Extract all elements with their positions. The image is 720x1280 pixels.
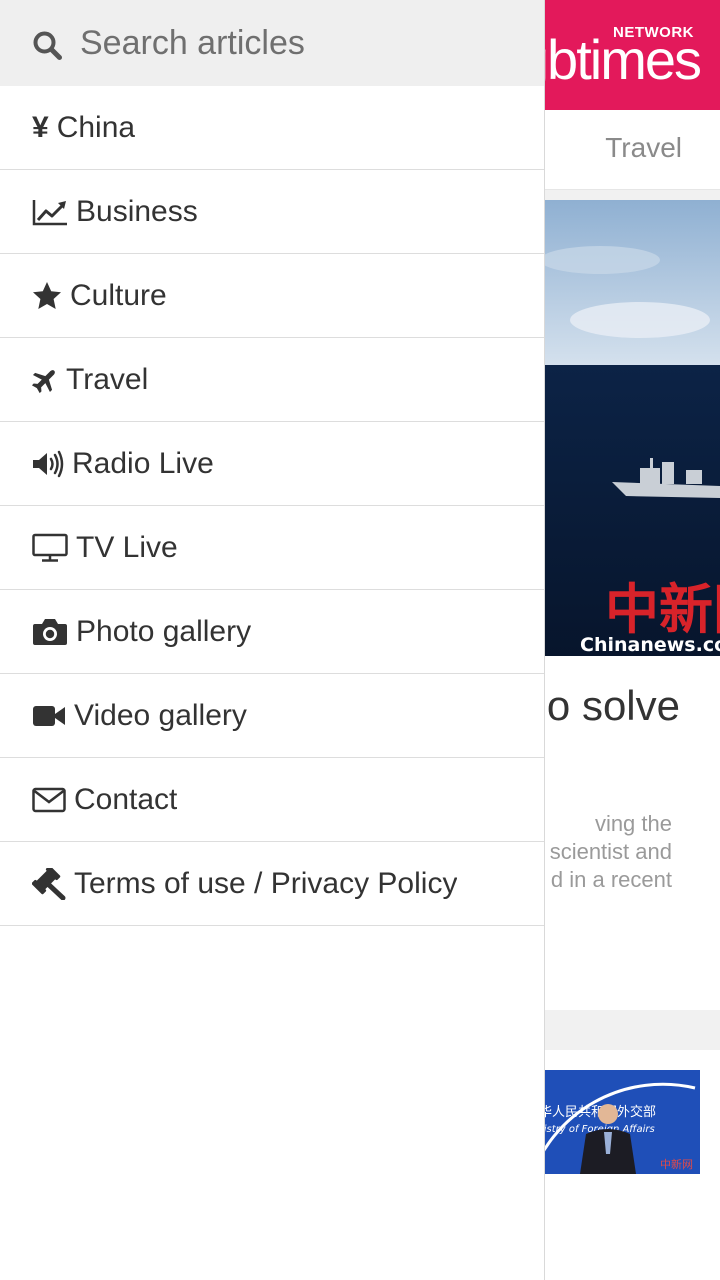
menu-item-label: Terms of use / Privacy Policy xyxy=(74,866,458,900)
photo-watermark: Chinanews.com xyxy=(580,634,720,656)
menu-item-label: Business xyxy=(76,194,198,228)
navigation-drawer: ¥ China Business Culture xyxy=(0,0,545,1280)
search-icon xyxy=(32,30,62,60)
menu-item-label: China xyxy=(56,110,136,144)
photo-watermark-cn: 中新网 xyxy=(605,577,720,641)
menu-item-video-gallery[interactable]: Video gallery xyxy=(0,674,544,758)
drawer-menu: ¥ China Business Culture Travel Radio Li… xyxy=(0,86,544,926)
menu-item-culture[interactable]: Culture xyxy=(0,254,544,338)
menu-item-label: Video gallery xyxy=(74,698,247,732)
menu-item-tv-live[interactable]: TV Live xyxy=(0,506,544,590)
star-icon xyxy=(32,281,62,311)
menu-item-label: Culture xyxy=(70,278,167,312)
search-input[interactable] xyxy=(80,23,500,63)
volume-icon xyxy=(32,450,64,478)
menu-item-photo-gallery[interactable]: Photo gallery xyxy=(0,590,544,674)
menu-item-china[interactable]: ¥ China xyxy=(0,86,544,170)
camera-icon xyxy=(32,617,68,647)
tab-travel[interactable]: Travel xyxy=(605,132,682,164)
article-thumbnail[interactable]: 中华人民共和国外交部 Ministry of Foreign Affairs 中… xyxy=(520,1070,700,1174)
envelope-icon xyxy=(32,786,66,814)
menu-item-label: Radio Live xyxy=(72,446,214,480)
brand-network: NETWORK xyxy=(613,24,694,41)
menu-item-business[interactable]: Business xyxy=(0,170,544,254)
menu-item-label: Photo gallery xyxy=(76,614,252,648)
gavel-icon xyxy=(32,867,66,900)
thumb-watermark-cn: 中新网 xyxy=(660,1157,693,1171)
menu-item-terms[interactable]: Terms of use / Privacy Policy xyxy=(0,842,544,926)
menu-item-label: Contact xyxy=(74,782,178,816)
video-camera-icon xyxy=(32,703,66,729)
brand-logo[interactable]: NETWORK gbtimes xyxy=(518,18,702,92)
menu-item-contact[interactable]: Contact xyxy=(0,758,544,842)
chart-line-icon xyxy=(32,198,68,226)
thumb-caption-cn: 中华人民共和国外交部 xyxy=(526,1104,656,1120)
yen-icon: ¥ xyxy=(32,110,49,144)
menu-item-label: TV Live xyxy=(76,530,178,564)
tv-icon xyxy=(32,533,68,563)
menu-item-travel[interactable]: Travel xyxy=(0,338,544,422)
plane-icon xyxy=(32,366,58,394)
menu-item-radio-live[interactable]: Radio Live xyxy=(0,422,544,506)
menu-item-label: Travel xyxy=(66,362,149,396)
search-bar[interactable] xyxy=(0,0,544,86)
